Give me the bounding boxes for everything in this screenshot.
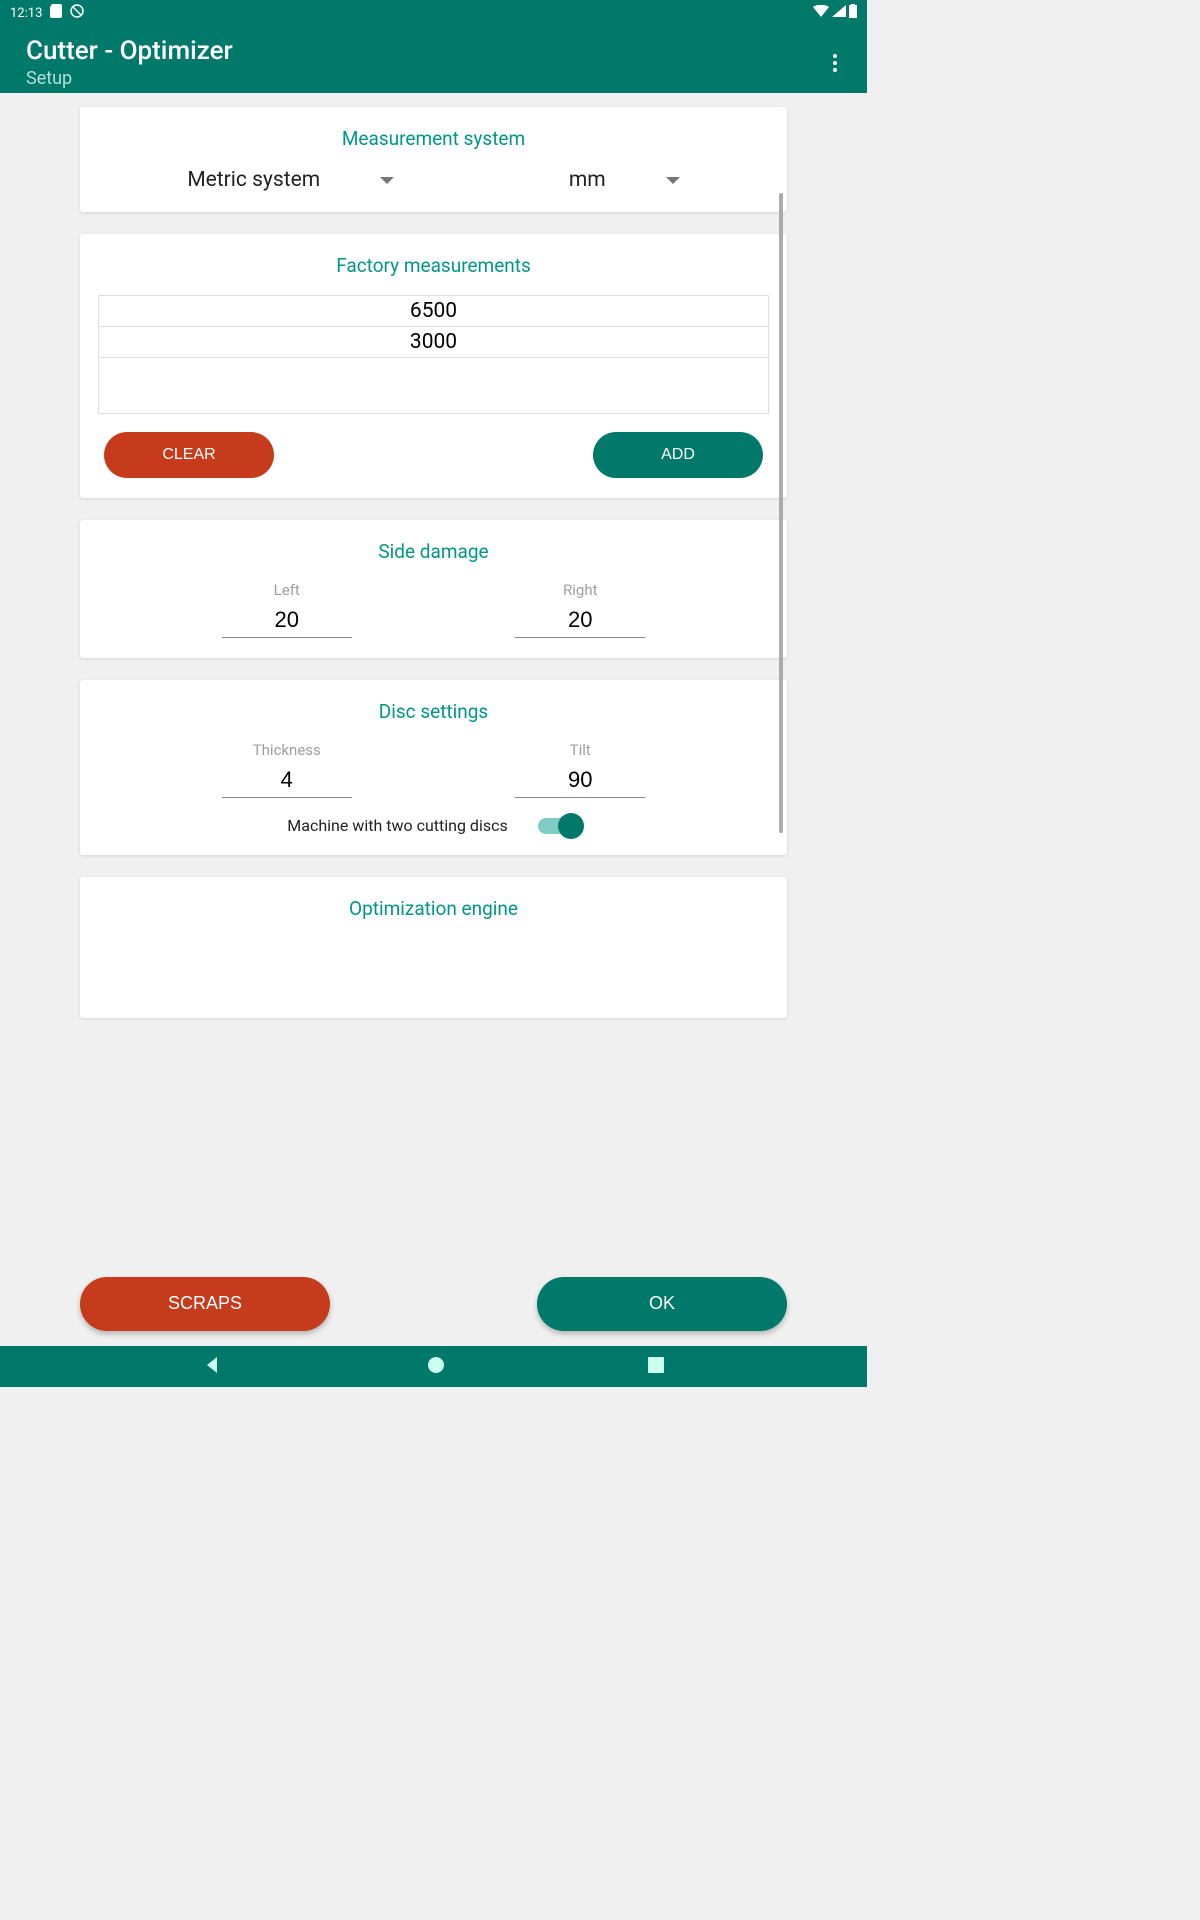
content-area: Measurement system Metric system mm Fact… [0, 93, 867, 1261]
status-bar: 12:13 [0, 0, 867, 26]
two-disc-label: Machine with two cutting discs [287, 816, 507, 835]
disc-settings-card: Disc settings Thickness Tilt Machine wit… [80, 680, 787, 855]
card-title-side-damage: Side damage [80, 540, 787, 563]
overflow-menu-icon[interactable] [827, 54, 851, 72]
measurements-list: 6500 3000 [98, 295, 769, 414]
two-disc-toggle[interactable] [538, 818, 580, 834]
right-input[interactable] [515, 599, 645, 638]
optimization-engine-card: Optimization engine [80, 877, 787, 1018]
chevron-down-icon [380, 177, 394, 184]
clock: 12:13 [10, 6, 42, 21]
tilt-label: Tilt [505, 741, 655, 759]
measurement-system-card: Measurement system Metric system mm [80, 107, 787, 212]
ok-button[interactable]: OK [537, 1277, 787, 1331]
thickness-label: Thickness [212, 741, 362, 759]
system-dropdown[interactable]: Metric system [187, 168, 394, 192]
measurement-row[interactable]: 6500 [99, 296, 768, 327]
measurement-row[interactable]: 3000 [99, 327, 768, 358]
tilt-input[interactable] [515, 759, 645, 798]
right-label: Right [505, 581, 655, 599]
cell-signal-icon [832, 5, 846, 21]
system-value: Metric system [187, 168, 320, 192]
home-icon[interactable] [427, 1356, 445, 1378]
app-title: Cutter - Optimizer [26, 36, 233, 66]
add-button[interactable]: ADD [593, 432, 763, 478]
thickness-input[interactable] [222, 759, 352, 798]
card-title-optimization: Optimization engine [80, 897, 787, 920]
left-label: Left [212, 581, 362, 599]
unit-value: mm [569, 168, 606, 192]
chevron-down-icon [666, 177, 680, 184]
factory-measurements-card: Factory measurements 6500 3000 CLEAR ADD [80, 234, 787, 498]
no-sync-icon [70, 4, 84, 22]
recent-apps-icon[interactable] [648, 1357, 664, 1377]
measurement-empty-space [99, 358, 768, 413]
back-icon[interactable] [203, 1355, 223, 1379]
app-subtitle: Setup [26, 68, 233, 89]
clear-button[interactable]: CLEAR [104, 432, 274, 478]
side-damage-card: Side damage Left Right [80, 520, 787, 658]
wifi-icon [813, 5, 829, 21]
bottom-action-bar: SCRAPS OK [0, 1261, 867, 1346]
card-title-disc: Disc settings [80, 700, 787, 723]
app-bar: Cutter - Optimizer Setup [0, 26, 867, 103]
battery-icon [849, 4, 857, 22]
card-title-factory: Factory measurements [80, 254, 787, 277]
card-title-measurement: Measurement system [80, 127, 787, 150]
navigation-bar [0, 1346, 867, 1387]
scraps-button[interactable]: SCRAPS [80, 1277, 330, 1331]
unit-dropdown[interactable]: mm [569, 168, 680, 192]
left-input[interactable] [222, 599, 352, 638]
sd-card-icon [50, 4, 62, 22]
scroll-indicator [779, 193, 783, 833]
